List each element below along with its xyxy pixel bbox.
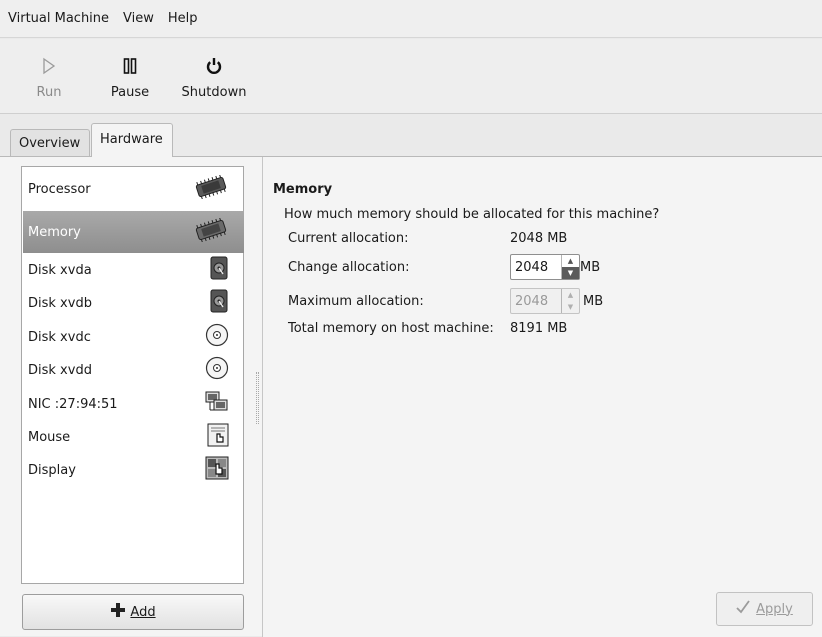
menu-bar: Virtual Machine View Help	[0, 0, 822, 38]
maximum-allocation-label: Maximum allocation:	[288, 294, 424, 309]
hardware-item-label: Processor	[28, 181, 91, 197]
play-icon	[42, 55, 56, 77]
hardware-item-label: Disk xvda	[28, 262, 92, 278]
hardware-item-disk-xvda[interactable]: Disk xvda	[23, 253, 244, 287]
apply-label: Apply	[756, 601, 793, 617]
total-memory-value: 8191 MB	[510, 321, 568, 336]
toolbar: Run Pause Shutdown	[0, 39, 822, 114]
apply-button[interactable]: Apply	[716, 592, 813, 626]
hardware-item-label: NIC :27:94:51	[28, 396, 118, 412]
menu-help[interactable]: Help	[162, 0, 204, 38]
hardware-item-label: Disk xvdb	[28, 295, 92, 311]
spinner-arrows: ▲ ▼	[561, 289, 579, 313]
pause-button[interactable]: Pause	[104, 39, 156, 113]
change-allocation-label: Change allocation:	[288, 260, 410, 275]
change-allocation-unit: MB	[580, 260, 601, 275]
power-icon	[206, 55, 222, 77]
memory-detail-panel: Memory How much memory should be allocat…	[262, 157, 822, 637]
hardware-page: Processor Memory Disk xvda Disk xvdb Dis…	[0, 156, 822, 637]
hardware-item-label: Disk xvdc	[28, 329, 91, 345]
menu-view[interactable]: View	[117, 0, 160, 38]
hardware-item-label: Disk xvdd	[28, 362, 92, 378]
maximum-allocation-unit: MB	[583, 294, 604, 309]
hardware-item-label: Memory	[28, 224, 81, 240]
tab-hardware[interactable]: Hardware	[91, 123, 173, 157]
maximum-allocation-value[interactable]: 2048	[511, 294, 561, 309]
current-allocation-value: 2048 MB	[510, 231, 568, 246]
spinner-arrows: ▲ ▼	[561, 255, 579, 279]
network-icon	[205, 391, 229, 417]
cdrom-icon	[205, 356, 229, 384]
increment-arrow-icon[interactable]: ▲	[562, 255, 579, 267]
pause-label: Pause	[110, 85, 150, 100]
decrement-arrow-icon[interactable]: ▼	[562, 301, 579, 313]
cdrom-icon	[205, 323, 229, 351]
total-memory-label: Total memory on host machine:	[288, 321, 494, 336]
hardware-list[interactable]: Processor Memory Disk xvda Disk xvdb Dis…	[21, 166, 244, 584]
mouse-icon	[207, 423, 229, 451]
menu-virtual-machine[interactable]: Virtual Machine	[2, 0, 115, 38]
tab-overview[interactable]: Overview	[10, 129, 90, 157]
increment-arrow-icon[interactable]: ▲	[562, 289, 579, 301]
hardware-item-processor[interactable]: Processor	[23, 168, 244, 210]
shutdown-button[interactable]: Shutdown	[178, 39, 250, 113]
section-title: Memory	[273, 182, 333, 197]
run-button[interactable]: Run	[26, 39, 72, 113]
tab-strip: Overview Hardware	[0, 115, 822, 157]
hardware-item-memory[interactable]: Memory	[23, 211, 244, 253]
hardware-item-disk-xvdd[interactable]: Disk xvdd	[23, 353, 244, 387]
hardware-item-disk-xvdb[interactable]: Disk xvdb	[23, 286, 244, 320]
change-allocation-spinner[interactable]: 2048 ▲ ▼	[510, 254, 580, 280]
memory-question: How much memory should be allocated for …	[284, 207, 660, 222]
shutdown-label: Shutdown	[181, 85, 247, 100]
add-hardware-button[interactable]: Add	[22, 594, 244, 630]
display-icon	[205, 456, 229, 484]
run-label: Run	[36, 85, 62, 100]
pause-icon	[123, 55, 137, 77]
maximum-allocation-spinner[interactable]: 2048 ▲ ▼	[510, 288, 580, 314]
add-label: Add	[130, 604, 156, 620]
processor-icon	[192, 174, 230, 203]
memory-icon	[192, 217, 230, 246]
hardware-item-disk-xvdc[interactable]: Disk xvdc	[23, 320, 244, 354]
hard-disk-icon	[210, 289, 228, 317]
hardware-item-label: Mouse	[28, 429, 71, 445]
change-allocation-value[interactable]: 2048	[511, 260, 561, 275]
hardware-item-mouse[interactable]: Mouse	[23, 420, 244, 454]
plus-icon	[110, 602, 126, 622]
hardware-item-display[interactable]: Display	[23, 453, 244, 487]
current-allocation-label: Current allocation:	[288, 231, 409, 246]
checkmark-icon	[736, 600, 750, 618]
pane-resize-handle[interactable]	[256, 372, 259, 424]
hardware-item-nic[interactable]: NIC :27:94:51	[23, 387, 244, 421]
hardware-item-label: Display	[28, 462, 76, 478]
decrement-arrow-icon[interactable]: ▼	[562, 267, 579, 279]
hard-disk-icon	[210, 256, 228, 284]
